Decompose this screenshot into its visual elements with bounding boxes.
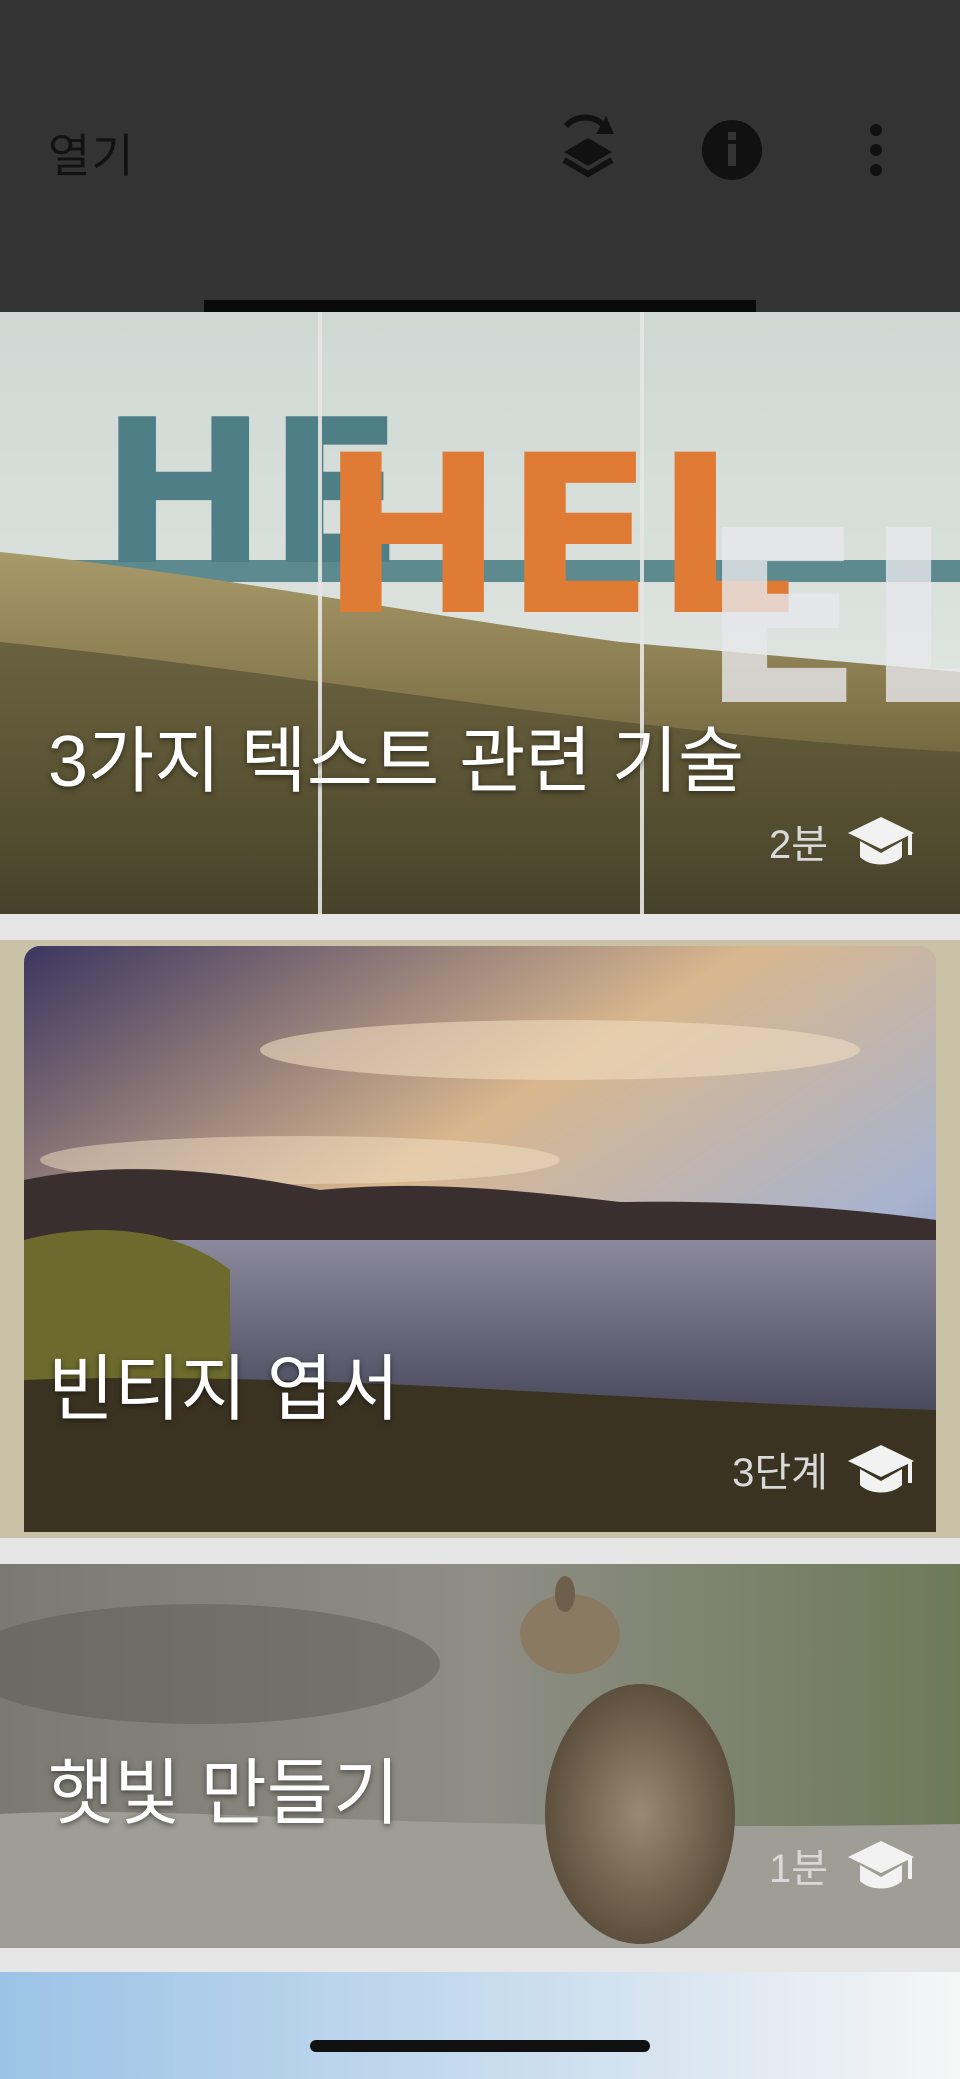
graduation-cap-icon [846, 1837, 916, 1893]
more-vert-icon[interactable] [836, 108, 916, 188]
tutorial-card-sunlight[interactable]: 햇빛 만들기 1분 [0, 1564, 960, 1948]
card-meta: 2분 [769, 812, 916, 870]
card-title: 3가지 텍스트 관련 기술 [48, 722, 745, 802]
page-title: 열기 [48, 130, 135, 182]
graduation-cap-icon [846, 813, 916, 869]
tutorial-card-text-techniques[interactable]: HE HEL EL 3가지 텍스트 관련 기술 2분 [0, 312, 960, 914]
tutorial-card-partial[interactable] [0, 1972, 960, 2079]
card-duration: 3단계 [732, 1451, 828, 1495]
card-title: 햇빛 만들기 [48, 1754, 400, 1834]
info-icon[interactable] [692, 108, 772, 188]
layers-refresh-icon[interactable] [548, 108, 628, 188]
card-meta: 3단계 [732, 1440, 916, 1498]
home-indicator[interactable] [310, 2040, 650, 2052]
card-meta: 1분 [769, 1836, 916, 1894]
card-title: 빈티지 엽서 [48, 1350, 400, 1430]
tutorial-card-vintage-postcard[interactable]: 빈티지 엽서 3단계 [0, 940, 960, 1538]
tab-indicator [204, 300, 756, 312]
card-image-sky [0, 1972, 960, 2079]
card-duration: 2분 [768, 823, 828, 867]
graduation-cap-icon [846, 1441, 916, 1497]
card-duration: 1분 [768, 1847, 828, 1891]
app-header: 열기 [0, 0, 960, 312]
